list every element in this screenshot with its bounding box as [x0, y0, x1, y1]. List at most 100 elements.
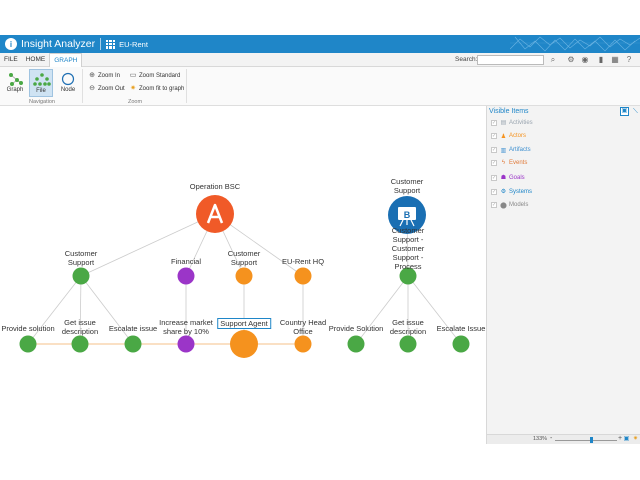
bookmark-icon[interactable]: ▮ — [596, 55, 606, 65]
graph-node-sa[interactable] — [230, 330, 258, 358]
app-logo-icon: i — [5, 38, 17, 50]
node-label-fin: Financial — [170, 257, 202, 266]
graph-node-hq[interactable] — [294, 267, 312, 285]
visible-item-checkbox[interactable]: ✓ — [491, 188, 497, 195]
panel-toggle-icon[interactable]: ▣ — [620, 107, 629, 116]
title-separator — [100, 38, 102, 50]
graph-icon — [9, 73, 23, 86]
tab-file[interactable]: FILE — [0, 53, 22, 67]
visible-item-label: Systems — [509, 188, 533, 195]
visible-item-1[interactable]: ✓ ♟ Actors — [491, 133, 526, 140]
graph-node-csa[interactable] — [235, 267, 253, 285]
tab-home[interactable]: HOME — [22, 53, 50, 67]
fit-icon[interactable]: ▣ — [623, 436, 630, 443]
panel-collapse-icon[interactable]: ⟍ — [631, 107, 640, 116]
visible-item-checkbox[interactable]: ✓ — [491, 174, 497, 181]
graph-node-es2[interactable] — [452, 335, 470, 353]
visible-item-checkbox[interactable]: ✓ — [491, 119, 497, 126]
ribbon-divider — [186, 69, 187, 103]
grid-view-icon[interactable]: ▦ — [610, 55, 620, 65]
visible-item-checkbox[interactable]: ✓ — [491, 160, 497, 167]
visible-item-3[interactable]: ✓ ϟ Events — [491, 160, 528, 167]
graph-node-bsc[interactable] — [196, 195, 234, 233]
graph-node-ps2[interactable] — [347, 335, 365, 353]
visible-item-label: Events — [509, 160, 528, 167]
zoom-minus-icon[interactable]: - — [550, 435, 552, 442]
settings-icon[interactable]: ⚙ — [566, 55, 576, 65]
tab-graph[interactable]: GRAPH — [49, 52, 83, 67]
node-label-es1: Escalate issue — [108, 324, 158, 333]
visible-item-label: Models — [509, 202, 529, 209]
graph-node-inc[interactable] — [177, 335, 195, 353]
visible-item-checkbox[interactable]: ✓ — [491, 133, 497, 140]
title-decoration — [510, 36, 640, 52]
visible-item-label: Goals — [509, 174, 525, 181]
zoom-in-label: Zoom In — [98, 73, 121, 79]
node-label-csa: Customer Support — [227, 249, 261, 267]
graph-button[interactable]: Graph — [3, 69, 27, 97]
zoom-level: 133% — [533, 436, 548, 442]
graph-node-gi1[interactable] — [71, 335, 89, 353]
artifact-icon: ▥ — [500, 147, 507, 154]
zoom-in-button[interactable]: ⊕ Zoom In — [88, 72, 120, 80]
apps-grid-icon[interactable] — [106, 39, 116, 49]
visible-item-label: Activities — [509, 119, 533, 126]
navigation-group-label: Navigation — [29, 99, 55, 105]
activities-icon: ▤ — [500, 120, 507, 126]
zoom-in-icon: ⊕ — [89, 72, 95, 79]
graph-canvas[interactable]: B Operation BSC Customer Support Customer … — [0, 106, 486, 444]
node-label-csp: Customer Support - Customer Support - Pr… — [391, 226, 425, 271]
visible-item-checkbox[interactable]: ✓ — [491, 147, 497, 154]
file-graph-icon — [33, 73, 51, 86]
zoom-fit-icon: ✷ — [130, 85, 136, 92]
node-label-bsc: Operation BSC — [189, 182, 241, 191]
node-label-es2: Escalate Issue — [436, 324, 486, 333]
ribbon: Graph File Node Navigation ⊕ Zoom In ⊖ Zoo… — [0, 67, 640, 106]
view-icon[interactable]: ◉ — [580, 55, 590, 65]
zoom-out-button[interactable]: ⊖ Zoom Out — [88, 85, 125, 93]
graph-node-gi2[interactable] — [399, 335, 417, 353]
node-label-inc: Increase market share by 10% — [159, 318, 213, 336]
visible-item-5[interactable]: ✓ ⚙ Systems — [491, 188, 532, 195]
document-name: EU-Rent — [119, 39, 148, 49]
node-label-ps2: Provide Solution — [328, 324, 384, 333]
model-b-badge: B — [404, 210, 411, 220]
graph-node-chq[interactable] — [294, 335, 312, 353]
search-icon[interactable]: ⌕ — [548, 55, 558, 65]
options-icon[interactable]: ✷ — [632, 436, 639, 443]
node-label-sa: Support Agent — [217, 318, 271, 329]
file-button[interactable]: File — [29, 69, 53, 97]
zoom-slider-track[interactable] — [555, 440, 617, 441]
ribbon-divider — [82, 69, 83, 103]
actor-icon: ♟ — [500, 133, 507, 140]
node-label-csg: Customer Support — [64, 249, 98, 267]
zoom-slider-thumb[interactable] — [590, 437, 593, 443]
zoom-standard-button[interactable]: ▭ Zoom Standard — [129, 72, 181, 80]
visible-item-0[interactable]: ✓ ▤ Activities — [491, 119, 533, 126]
zoom-out-icon: ⊖ — [89, 85, 95, 92]
node-button[interactable]: Node — [56, 69, 80, 97]
node-label-chq: Country Head Office — [279, 318, 327, 336]
visible-item-6[interactable]: ✓ ⬤ Models — [491, 202, 528, 209]
zoom-group-label: Zoom — [128, 99, 143, 105]
zoom-plus-icon[interactable]: + — [618, 435, 622, 442]
graph-node-ps1[interactable] — [19, 335, 37, 353]
zoom-standard-label: Zoom Standard — [139, 73, 181, 79]
visible-item-checkbox[interactable]: ✓ — [491, 202, 497, 209]
zoom-fit-button[interactable]: ✷ Zoom fit to graph — [129, 85, 184, 93]
visible-item-4[interactable]: ✓ ☗ Goals — [491, 174, 525, 181]
graph-node-es1[interactable] — [124, 335, 142, 353]
visible-item-2[interactable]: ✓ ▥ Artifacts — [491, 147, 531, 154]
help-icon[interactable]: ? — [624, 55, 634, 65]
graph-svg: B — [19, 195, 470, 358]
visible-items-panel: Visible Items ▣ ⟍ ✓ ▤ Activities ✓ ♟ Actors ✓ ▥… — [486, 106, 640, 444]
node-label-gi2: Get issue description — [389, 318, 427, 336]
menu-bar: FILE HOME GRAPH Search: ⌕ ⚙ ◉ ▮ ▦ ? — [0, 52, 640, 67]
graph-node-fin[interactable] — [177, 267, 195, 285]
model-icon: ⬤ — [500, 202, 507, 209]
search-input[interactable] — [477, 55, 544, 65]
app-title: Insight Analyzer — [21, 38, 96, 50]
node-label-hq: EU-Rent HQ — [281, 257, 325, 266]
graph-node-csg[interactable] — [72, 267, 90, 285]
node-label-cst: Customer Support — [390, 177, 424, 195]
